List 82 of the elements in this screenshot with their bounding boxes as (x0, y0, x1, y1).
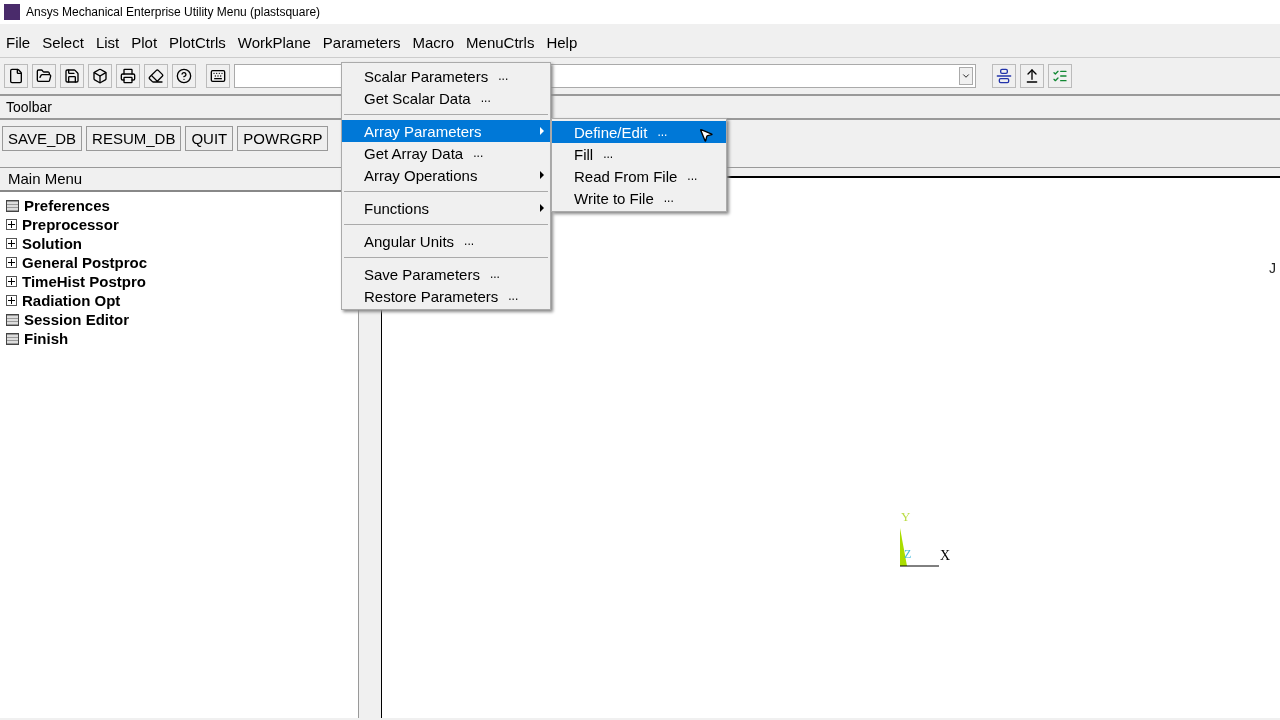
menu-item[interactable]: WorkPlane (231, 32, 317, 53)
ellipsis-text: ... (480, 91, 491, 105)
toolbar-button[interactable]: QUIT (185, 126, 234, 151)
cube-icon[interactable] (88, 64, 112, 88)
save-icon[interactable] (60, 64, 84, 88)
command-icon (6, 199, 19, 212)
print-icon[interactable] (116, 64, 140, 88)
menu-entry-label: Get Array Data (364, 144, 464, 162)
toolbar-button[interactable]: SAVE_DB (2, 126, 83, 151)
axis-triad-drawing: Y Z X (897, 508, 967, 578)
menu-entry[interactable]: Angular Units ... (342, 230, 550, 252)
menu-entry-label: Restore Parameters (364, 287, 499, 305)
toolbar-button[interactable]: POWRGRP (237, 126, 329, 151)
app-icon (4, 4, 20, 20)
new-file-icon[interactable] (4, 64, 28, 88)
menu-item[interactable]: PlotCtrls (163, 32, 232, 53)
ellipsis-text: ... (498, 69, 509, 83)
menu-item[interactable]: Help (540, 32, 584, 53)
menu-entry-label: Array Operations (364, 166, 478, 184)
submenu-arrow-icon (540, 171, 544, 179)
corner-text: J (1269, 260, 1276, 276)
ellipsis-text: ... (603, 147, 614, 161)
menu-entry-label: Define/Edit (574, 123, 648, 141)
expand-icon[interactable] (6, 238, 17, 249)
menu-entry[interactable]: Scalar Parameters ... (342, 65, 550, 87)
menu-entry[interactable]: Save Parameters ... (342, 263, 550, 285)
align-layers-icon[interactable] (992, 64, 1016, 88)
submenu-arrow-icon (540, 204, 544, 212)
tree-item[interactable]: Session Editor (24, 311, 130, 328)
expand-icon[interactable] (6, 295, 17, 306)
command-icon (6, 313, 19, 326)
command-icon (6, 332, 19, 345)
menu-entry-label: Scalar Parameters (364, 67, 489, 85)
ellipsis-text: ... (687, 169, 698, 183)
tree-item[interactable]: Solution (22, 235, 82, 252)
window-title: Ansys Mechanical Enterprise Utility Menu (plastsquare) (26, 5, 321, 19)
submenu-arrow-icon (540, 127, 544, 135)
expand-icon[interactable] (6, 257, 17, 268)
menu-entry[interactable]: Write to File ... (552, 187, 726, 209)
menu-item[interactable]: File (0, 32, 37, 53)
tree-item[interactable]: Preprocessor (22, 216, 119, 233)
menu-entry[interactable]: Restore Parameters ... (342, 285, 550, 307)
tree-item[interactable]: Finish (24, 330, 69, 347)
ellipsis-text: ... (508, 289, 519, 303)
expand-icon[interactable] (6, 276, 17, 287)
mouse-pointer-icon (698, 127, 714, 143)
open-folder-icon[interactable] (32, 64, 56, 88)
tree-item[interactable]: Radiation Opt (22, 292, 121, 309)
help-icon[interactable] (172, 64, 196, 88)
menu-item[interactable]: MenuCtrls (460, 32, 541, 53)
menu-entry[interactable]: Fill ... (552, 143, 726, 165)
menu-entry[interactable]: Get Array Data ... (342, 142, 550, 164)
menu-entry[interactable]: Array Parameters (342, 120, 550, 142)
tree-item[interactable]: TimeHist Postpro (22, 273, 146, 290)
menu-item[interactable]: List (89, 32, 126, 53)
ellipsis-text: ... (657, 125, 668, 139)
menu-item[interactable]: Macro (406, 32, 461, 53)
menu-entry-label: Functions (364, 199, 430, 217)
ellipsis-text: ... (473, 146, 484, 160)
tree-item[interactable]: Preferences (24, 197, 110, 214)
expand-icon[interactable] (6, 219, 17, 230)
ellipsis-text: ... (464, 234, 475, 248)
eraser-icon[interactable] (144, 64, 168, 88)
ellipsis-text: ... (663, 191, 674, 205)
list-check-icon[interactable] (1048, 64, 1072, 88)
toolbar-button[interactable]: RESUM_DB (86, 126, 182, 151)
arrow-up-icon[interactable] (1020, 64, 1044, 88)
menu-item[interactable]: Select (36, 32, 90, 53)
menu-item[interactable]: Parameters (316, 32, 407, 53)
menu-entry-label: Save Parameters (364, 265, 480, 283)
menu-entry-label: Angular Units (364, 232, 455, 250)
menu-entry[interactable]: Functions (342, 197, 550, 219)
menu-entry-label: Array Parameters (364, 122, 482, 140)
menu-item[interactable]: Plot (125, 32, 164, 53)
menu-entry[interactable]: Define/Edit ... (552, 121, 726, 143)
menu-entry-label: Write to File (574, 189, 654, 207)
menu-entry-label: Fill (574, 145, 594, 163)
menu-entry-label: Read From File (574, 167, 678, 185)
ellipsis-text: ... (489, 267, 500, 281)
tree-item[interactable]: General Postproc (22, 254, 148, 271)
menu-entry[interactable]: Read From File ... (552, 165, 726, 187)
keyboard-icon[interactable] (206, 64, 230, 88)
